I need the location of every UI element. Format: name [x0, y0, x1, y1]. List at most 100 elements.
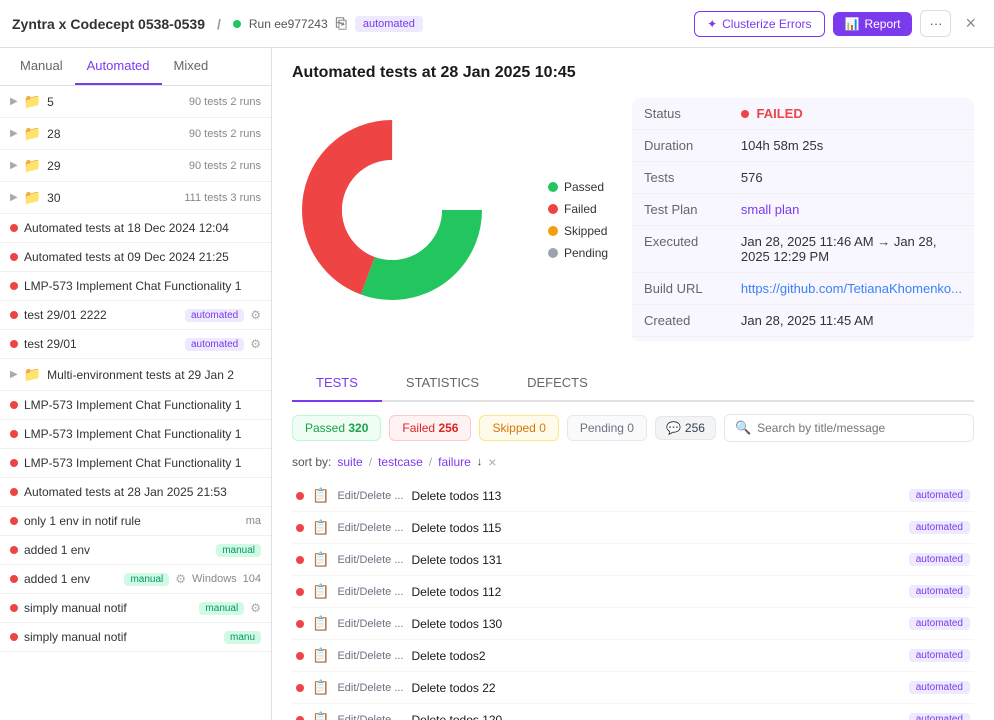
sort-direction[interactable]: ↓ — [477, 456, 483, 468]
more-button[interactable]: ··· — [920, 10, 951, 37]
copy-icon[interactable]: ⎘ — [336, 15, 347, 32]
passed-filter-button[interactable]: Passed 320 — [292, 415, 381, 441]
tab-mixed[interactable]: Mixed — [162, 48, 221, 85]
settings-icon[interactable]: ⚙ — [250, 337, 261, 351]
main-layout: Manual Automated Mixed ▶ 📁 5 90 tests 2 … — [0, 48, 994, 720]
status-dot — [10, 282, 18, 290]
status-dot — [10, 488, 18, 496]
status-dot — [10, 517, 18, 525]
search-input[interactable] — [757, 421, 963, 435]
test-plan-link[interactable]: small plan — [741, 202, 800, 217]
chart-icon: 📊 — [845, 17, 860, 31]
passed-dot — [548, 182, 558, 192]
skipped-dot — [548, 226, 558, 236]
table-row[interactable]: 📋 Edit/Delete ... Delete todos 120 autom… — [292, 704, 974, 720]
info-row-executed: Executed Jan 28, 2025 11:46 AM → Jan 28,… — [632, 226, 974, 273]
list-item[interactable]: LMP-573 Implement Chat Functionality 1 — [0, 272, 271, 301]
list-item[interactable]: test 29/01 automated ⚙ — [0, 330, 271, 359]
tab-manual[interactable]: Manual — [8, 48, 75, 85]
file-icon: 📋 — [312, 647, 329, 664]
failed-pct-label: 44.4% — [354, 228, 391, 243]
settings-icon[interactable]: ⚙ — [250, 308, 261, 322]
settings-icon[interactable]: ⚙ — [250, 601, 261, 615]
folder-icon: 📁 — [24, 125, 41, 142]
legend-failed: Failed — [548, 202, 608, 216]
list-item[interactable]: ▶ 📁 30 111 tests 3 runs — [0, 182, 271, 214]
skipped-filter-button[interactable]: Skipped 0 — [479, 415, 558, 441]
list-item[interactable]: LMP-573 Implement Chat Functionality 1 — [0, 420, 271, 449]
list-item[interactable]: ▶ 📁 29 90 tests 2 runs — [0, 150, 271, 182]
status-dot — [10, 430, 18, 438]
table-row[interactable]: 📋 Edit/Delete ... Delete todos2 automate… — [292, 640, 974, 672]
status-value: FAILED — [756, 106, 802, 121]
list-item[interactable]: Automated tests at 28 Jan 2025 21:53 — [0, 478, 271, 507]
list-item[interactable]: test 29/01 2222 automated ⚙ — [0, 301, 271, 330]
search-box[interactable]: 🔍 — [724, 414, 974, 442]
comment-badge: 💬 256 — [655, 416, 716, 440]
list-item[interactable]: ▶ 📁 28 90 tests 2 runs — [0, 118, 271, 150]
chevron-right-icon: ▶ — [10, 96, 18, 107]
status-dot — [10, 459, 18, 467]
list-item[interactable]: ▶ 📁 Multi-environment tests at 29 Jan 2 — [0, 359, 271, 391]
chevron-right-icon: ▶ — [10, 128, 18, 139]
file-icon: 📋 — [312, 487, 329, 504]
list-item[interactable]: LMP-573 Implement Chat Functionality 1 — [0, 449, 271, 478]
passed-pct-label: 55.6% — [402, 178, 439, 193]
failed-filter-button[interactable]: Failed 256 — [389, 415, 471, 441]
build-url-link[interactable]: https://github.com/TetianaKhomenko... — [741, 281, 962, 296]
table-row[interactable]: 📋 Edit/Delete ... Delete todos 22 automa… — [292, 672, 974, 704]
clusterize-button[interactable]: ✦ Clusterize Errors — [694, 11, 824, 37]
chart-section: 44.4% 55.6% Passed Failed — [292, 98, 974, 341]
pending-filter-button[interactable]: Pending 0 — [567, 415, 647, 441]
status-dot — [296, 620, 304, 628]
list-item[interactable]: only 1 env in notif rule ma — [0, 507, 271, 536]
table-row[interactable]: 📋 Edit/Delete ... Delete todos 112 autom… — [292, 576, 974, 608]
test-list: 📋 Edit/Delete ... Delete todos 113 autom… — [292, 480, 974, 720]
sort-testcase[interactable]: testcase — [378, 455, 423, 469]
automated-tag: automated — [185, 309, 244, 322]
legend-passed: Passed — [548, 180, 608, 194]
table-row[interactable]: 📋 Edit/Delete ... Delete todos 113 autom… — [292, 480, 974, 512]
donut-svg: 44.4% 55.6% — [292, 110, 492, 310]
tab-defects[interactable]: DEFECTS — [503, 365, 612, 402]
automated-badge: automated — [355, 16, 423, 32]
sort-suite[interactable]: suite — [337, 455, 362, 469]
folder-icon: 📁 — [24, 93, 41, 110]
status-dot — [296, 588, 304, 596]
list-item[interactable]: added 1 env manual — [0, 536, 271, 565]
info-row-created: Created Jan 28, 2025 11:45 AM — [632, 305, 974, 337]
status-dot — [10, 604, 18, 612]
sort-failure[interactable]: failure — [438, 455, 471, 469]
chevron-right-icon: ▶ — [10, 369, 18, 380]
list-item[interactable]: added 1 env manual ⚙ Windows 104 — [0, 565, 271, 594]
list-item[interactable]: ▶ 📁 5 90 tests 2 runs — [0, 86, 271, 118]
list-item[interactable]: Automated tests at 18 Dec 2024 12:04 — [0, 214, 271, 243]
list-item[interactable]: Automated tests at 09 Dec 2024 21:25 — [0, 243, 271, 272]
file-icon: 📋 — [312, 551, 329, 568]
info-row-testplan: Test Plan small plan — [632, 194, 974, 226]
status-dot — [10, 575, 18, 583]
file-icon: 📋 — [312, 679, 329, 696]
tab-statistics[interactable]: STATISTICS — [382, 365, 503, 402]
list-item[interactable]: simply manual notif manu — [0, 623, 271, 652]
report-button[interactable]: 📊 Report — [833, 12, 913, 36]
folder-icon: 📁 — [24, 366, 41, 383]
sort-clear-button[interactable]: × — [488, 454, 496, 470]
info-row-tests: Tests 576 — [632, 162, 974, 194]
tab-tests[interactable]: TESTS — [292, 365, 382, 402]
clusterize-icon: ✦ — [707, 17, 717, 31]
status-dot — [296, 524, 304, 532]
table-row[interactable]: 📋 Edit/Delete ... Delete todos 130 autom… — [292, 608, 974, 640]
table-row[interactable]: 📋 Edit/Delete ... Delete todos 131 autom… — [292, 544, 974, 576]
automated-tag: automated — [185, 338, 244, 351]
tab-automated[interactable]: Automated — [75, 48, 162, 85]
pending-dot — [548, 248, 558, 258]
list-item[interactable]: LMP-573 Implement Chat Functionality 1 — [0, 391, 271, 420]
list-item[interactable]: simply manual notif manual ⚙ — [0, 594, 271, 623]
file-icon: 📋 — [312, 583, 329, 600]
settings-icon[interactable]: ⚙ — [175, 572, 186, 586]
close-button[interactable]: × — [959, 11, 982, 36]
table-row[interactable]: 📋 Edit/Delete ... Delete todos 115 autom… — [292, 512, 974, 544]
window-title: Zyntra x Codecept 0538-0539 — [12, 16, 205, 32]
status-dot — [10, 253, 18, 261]
